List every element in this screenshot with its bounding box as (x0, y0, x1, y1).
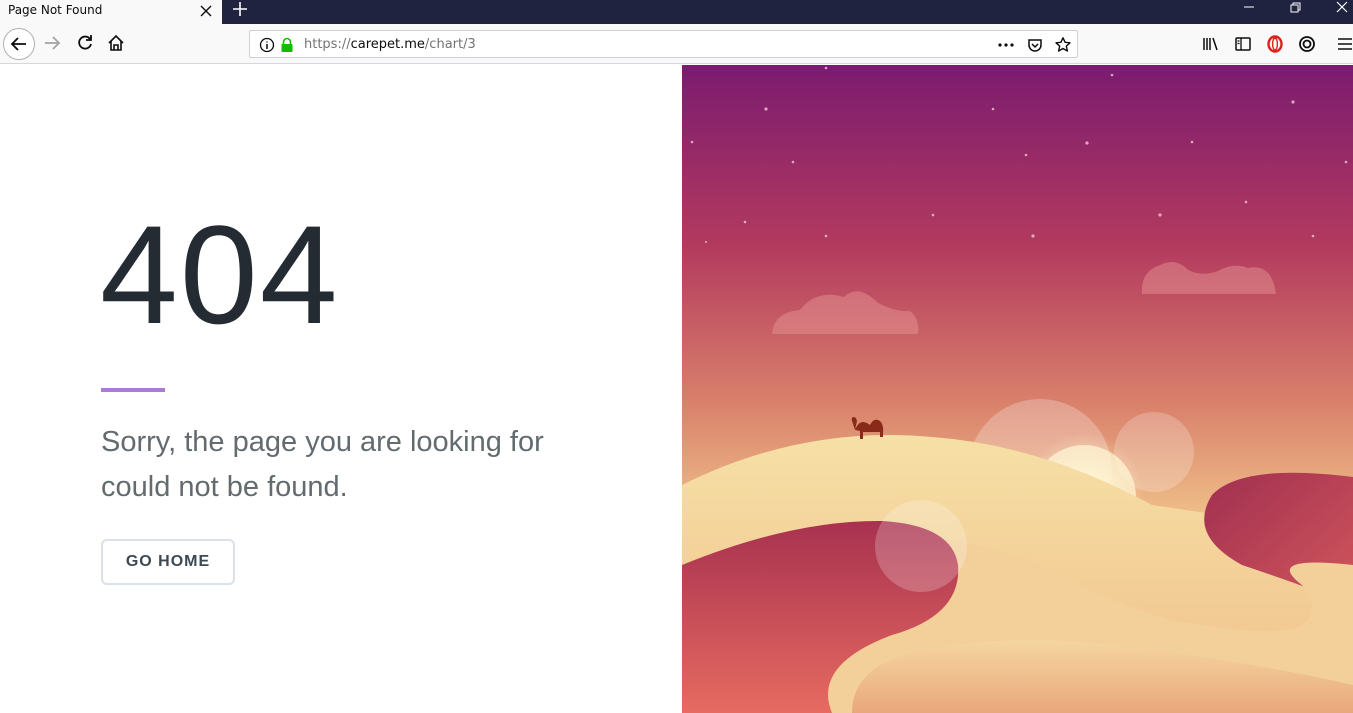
lock-icon (278, 36, 296, 54)
reload-icon[interactable] (70, 28, 100, 58)
error-message: Sorry, the page you are looking for coul… (101, 426, 544, 503)
go-home-button[interactable]: GO HOME (101, 539, 235, 585)
tab-title: Page Not Found (8, 3, 103, 17)
browser-tab[interactable]: Page Not Found (0, 0, 222, 24)
sync-icon[interactable] (1297, 34, 1317, 54)
opera-icon[interactable] (1265, 34, 1285, 54)
error-code: 404 (100, 196, 340, 353)
tab-strip: Page Not Found (0, 0, 1353, 24)
accent-divider (101, 388, 165, 392)
window-close-icon[interactable] (1318, 0, 1353, 20)
nav-toolbar: https://carepet.me/chart/3 (0, 24, 1353, 64)
menu-icon[interactable] (1335, 34, 1353, 54)
info-icon[interactable] (258, 36, 276, 54)
library-icon[interactable] (1201, 34, 1221, 54)
sidebar-icon[interactable] (1233, 34, 1253, 54)
home-icon[interactable] (101, 28, 131, 58)
close-icon[interactable] (198, 2, 214, 20)
pocket-icon[interactable] (1026, 36, 1044, 54)
minimize-icon[interactable] (1226, 0, 1272, 20)
restore-icon[interactable] (1272, 0, 1318, 20)
url-text: https://carepet.me/chart/3 (304, 37, 476, 52)
plus-icon[interactable] (230, 0, 250, 20)
url-bar[interactable]: https://carepet.me/chart/3 (249, 30, 1078, 58)
back-icon[interactable] (3, 28, 35, 60)
forward-icon[interactable] (38, 28, 68, 58)
error-panel: 404 Sorry, the page you are looking for … (0, 65, 682, 713)
desert-camel-illustration (682, 65, 1353, 713)
more-icon[interactable] (997, 36, 1015, 54)
page-content: 404 Sorry, the page you are looking for … (0, 65, 1353, 713)
star-icon[interactable] (1054, 36, 1072, 54)
